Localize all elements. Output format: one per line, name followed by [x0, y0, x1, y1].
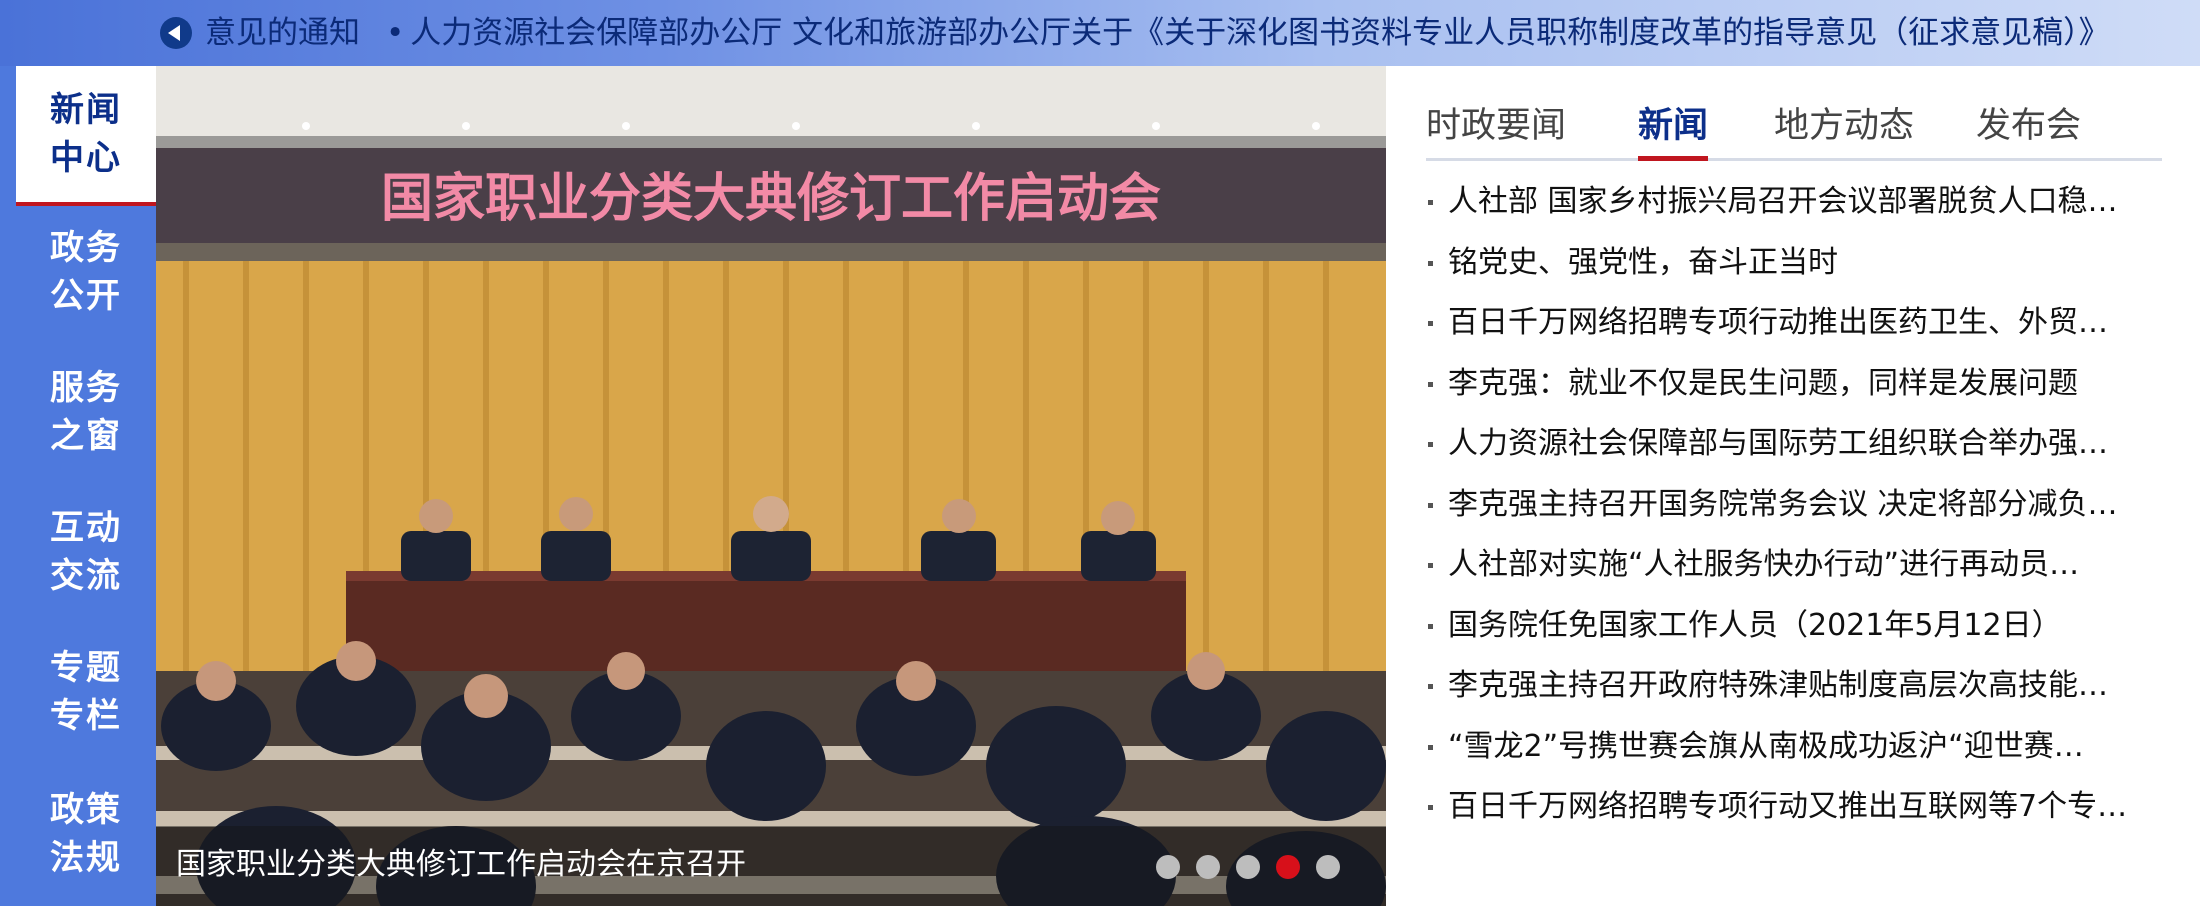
- nav-item-services[interactable]: 服务 之窗: [16, 344, 156, 480]
- nav-item-label: 互动: [50, 508, 122, 548]
- nav-item-interaction[interactable]: 互动 交流: [16, 484, 156, 620]
- carousel-dot[interactable]: [1156, 855, 1180, 879]
- ticker-item-prev[interactable]: 意见的通知: [205, 15, 360, 51]
- nav-item-government-affairs[interactable]: 政务 公开: [16, 204, 156, 340]
- news-panel: 时政要闻 新闻 地方动态 发布会 人社部 国家乡村振兴局召开会议部署脱贫人口稳……: [1386, 66, 2200, 906]
- news-tabs: 时政要闻 新闻 地方动态 发布会: [1426, 94, 2162, 161]
- ticker-item-current[interactable]: 人力资源社会保障部办公厅 文化和旅游部办公厅关于《关于深化图书资料专业人员职称制…: [410, 15, 2109, 51]
- tab-news[interactable]: 新闻: [1638, 94, 1709, 161]
- nav-item-news-center[interactable]: 新闻 中心: [16, 66, 156, 206]
- tab-press-conference[interactable]: 发布会: [1976, 94, 2081, 158]
- nav-item-label: 服务: [50, 368, 122, 408]
- carousel-dot[interactable]: [1316, 855, 1340, 879]
- nav-item-label: 政策: [50, 790, 122, 830]
- slide-image[interactable]: 国家职业分类大典修订工作启动会: [156, 66, 1386, 906]
- nav-item-label: 政务: [50, 228, 122, 268]
- news-link[interactable]: 人社部对实施“人社服务快办行动”进行再动员…: [1426, 535, 2178, 596]
- news-link[interactable]: 百日千万网络招聘专项行动又推出互联网等7个专…: [1426, 777, 2178, 838]
- slide-caption-text[interactable]: 国家职业分类大典修订工作启动会在京召开: [176, 840, 746, 890]
- news-carousel[interactable]: 国家职业分类大典修订工作启动会 国家职业分类大典修订工作启动会在京召开: [156, 66, 1386, 906]
- notice-ticker[interactable]: 意见的通知 • 人力资源社会保障部办公厅 文化和旅游部办公厅关于《关于深化图书资料专…: [0, 0, 2200, 66]
- news-list: 人社部 国家乡村振兴局召开会议部署脱贫人口稳… 铭党史、强党性，奋斗正当时 百日…: [1426, 172, 2178, 838]
- nav-item-label: 公开: [50, 276, 122, 316]
- news-link[interactable]: 百日千万网络招聘专项行动推出医药卫生、外贸…: [1426, 293, 2178, 354]
- nav-item-label: 交流: [50, 556, 122, 596]
- nav-item-label: 专题: [50, 648, 122, 688]
- carousel-dot[interactable]: [1236, 855, 1260, 879]
- bullet-icon: •: [386, 15, 405, 51]
- tab-local-news[interactable]: 地方动态: [1774, 94, 1914, 158]
- carousel-dot[interactable]: [1196, 855, 1220, 879]
- tab-politics[interactable]: 时政要闻: [1426, 94, 1566, 158]
- news-link[interactable]: “雪龙2”号携世赛会旗从南极成功返沪“迎世赛…: [1426, 717, 2178, 778]
- nav-item-label: 法规: [50, 838, 122, 878]
- nav-item-label: 专栏: [50, 696, 122, 736]
- nav-item-label: 中心: [50, 138, 122, 178]
- news-link[interactable]: 国务院任免国家工作人员（2021年5月12日）: [1426, 596, 2178, 657]
- nav-item-policies[interactable]: 政策 法规: [16, 766, 156, 902]
- carousel-dot-active[interactable]: [1276, 855, 1300, 879]
- nav-item-label: 新闻: [50, 90, 122, 130]
- announcement-icon: [160, 17, 192, 49]
- banner-text: 国家职业分类大典修订工作启动会: [381, 169, 1161, 229]
- nav-item-label: 之窗: [50, 416, 122, 456]
- news-link[interactable]: 人力资源社会保障部与国际劳工组织联合举办强…: [1426, 414, 2178, 475]
- news-link[interactable]: 李克强：就业不仅是民生问题，同样是发展问题: [1426, 354, 2178, 415]
- news-link[interactable]: 铭党史、强党性，奋斗正当时: [1426, 233, 2178, 294]
- side-nav: 新闻 中心 政务 公开 服务 之窗 互动 交流 专题 专栏 政策 法规: [0, 66, 156, 906]
- news-link[interactable]: 李克强主持召开政府特殊津贴制度高层次高技能…: [1426, 656, 2178, 717]
- nav-item-special-topics[interactable]: 专题 专栏: [16, 624, 156, 760]
- news-link[interactable]: 李克强主持召开国务院常务会议 决定将部分减负…: [1426, 475, 2178, 536]
- ticker-text[interactable]: 意见的通知 • 人力资源社会保障部办公厅 文化和旅游部办公厅关于《关于深化图书资料专…: [205, 13, 2110, 53]
- news-link[interactable]: 人社部 国家乡村振兴局召开会议部署脱贫人口稳…: [1426, 172, 2178, 233]
